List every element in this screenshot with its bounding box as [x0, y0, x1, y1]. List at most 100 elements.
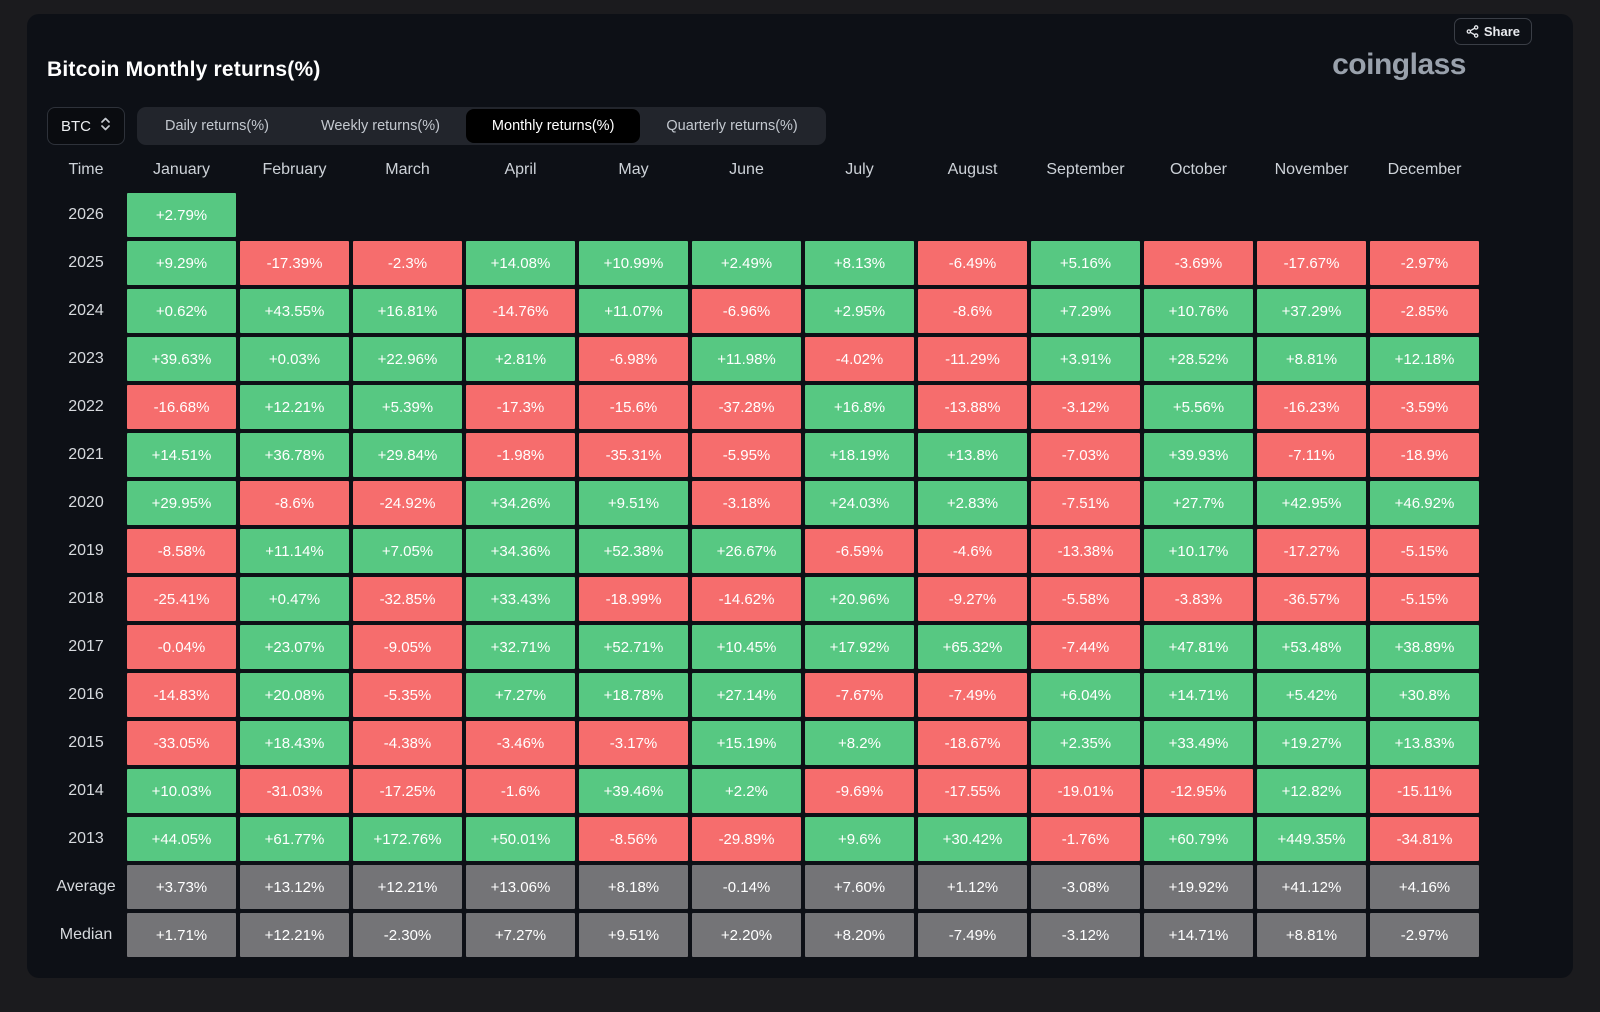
- return-cell: +20.96%: [805, 577, 914, 621]
- return-cell: -24.92%: [353, 481, 462, 525]
- return-cell: +9.6%: [805, 817, 914, 861]
- return-cell: -3.83%: [1144, 577, 1253, 621]
- return-cell: -5.58%: [1031, 577, 1140, 621]
- return-cell: +27.7%: [1144, 481, 1253, 525]
- return-cell: -9.05%: [353, 625, 462, 669]
- return-cell: -2.97%: [1370, 241, 1479, 285]
- return-cell: -8.6%: [918, 289, 1027, 333]
- return-cell: +2.20%: [692, 913, 801, 957]
- return-cell: -9.69%: [805, 769, 914, 813]
- return-cell: -4.6%: [918, 529, 1027, 573]
- tab-daily-returns[interactable]: Daily returns(%): [139, 109, 295, 143]
- return-cell: +43.55%: [240, 289, 349, 333]
- return-cell: +18.19%: [805, 433, 914, 477]
- return-cell: +3.91%: [1031, 337, 1140, 381]
- return-cell: +10.17%: [1144, 529, 1253, 573]
- column-header-july: July: [803, 148, 916, 191]
- return-cell: -17.55%: [918, 769, 1027, 813]
- return-cell: +7.29%: [1031, 289, 1140, 333]
- return-cell: +1.12%: [918, 865, 1027, 909]
- return-cell: +14.08%: [466, 241, 575, 285]
- return-cell: -18.67%: [918, 721, 1027, 765]
- table-row-2014: 2014+10.03%-31.03%-17.25%-1.6%+39.46%+2.…: [47, 767, 1481, 815]
- symbol-select-value: BTC: [61, 118, 91, 135]
- return-cell: +29.84%: [353, 433, 462, 477]
- return-cell: +7.60%: [805, 865, 914, 909]
- table-row-2025: 2025+9.29%-17.39%-2.3%+14.08%+10.99%+2.4…: [47, 239, 1481, 287]
- row-label: 2020: [47, 479, 125, 527]
- return-cell: -5.15%: [1370, 577, 1479, 621]
- return-cell: +30.8%: [1370, 673, 1479, 717]
- symbol-select[interactable]: BTC: [47, 107, 125, 145]
- returns-panel: Share Bitcoin Monthly returns(%) coingla…: [27, 14, 1573, 978]
- return-cell: +5.16%: [1031, 241, 1140, 285]
- return-cell: +16.81%: [353, 289, 462, 333]
- row-label: 2026: [47, 191, 125, 239]
- column-header-september: September: [1029, 148, 1142, 191]
- return-cell: +449.35%: [1257, 817, 1366, 861]
- return-cell: +172.76%: [353, 817, 462, 861]
- return-cell: +13.12%: [240, 865, 349, 909]
- tab-monthly-returns[interactable]: Monthly returns(%): [466, 109, 640, 143]
- table-row-2023: 2023+39.63%+0.03%+22.96%+2.81%-6.98%+11.…: [47, 335, 1481, 383]
- return-cell: +8.18%: [579, 865, 688, 909]
- return-cell: +5.42%: [1257, 673, 1366, 717]
- return-cell: -18.9%: [1370, 433, 1479, 477]
- row-label: 2023: [47, 335, 125, 383]
- return-cell: +0.62%: [127, 289, 236, 333]
- table-row-2026: 2026+2.79%: [47, 191, 1481, 239]
- table-row-2019: 2019-8.58%+11.14%+7.05%+34.36%+52.38%+26…: [47, 527, 1481, 575]
- return-cell: +2.95%: [805, 289, 914, 333]
- return-cell: -7.51%: [1031, 481, 1140, 525]
- return-cell: -17.67%: [1257, 241, 1366, 285]
- table-row-average: Average+3.73%+13.12%+12.21%+13.06%+8.18%…: [47, 863, 1481, 911]
- return-cell: -9.27%: [918, 577, 1027, 621]
- return-cell: +8.20%: [805, 913, 914, 957]
- return-cell: +19.92%: [1144, 865, 1253, 909]
- table-row-2016: 2016-14.83%+20.08%-5.35%+7.27%+18.78%+27…: [47, 671, 1481, 719]
- return-cell: -33.05%: [127, 721, 236, 765]
- return-cell: +10.03%: [127, 769, 236, 813]
- empty-cell: [918, 193, 1027, 237]
- return-cell: +39.63%: [127, 337, 236, 381]
- empty-cell: [353, 193, 462, 237]
- table-row-2017: 2017-0.04%+23.07%-9.05%+32.71%+52.71%+10…: [47, 623, 1481, 671]
- return-cell: +18.43%: [240, 721, 349, 765]
- return-cell: -3.17%: [579, 721, 688, 765]
- share-button[interactable]: Share: [1454, 18, 1532, 45]
- return-cell: -15.11%: [1370, 769, 1479, 813]
- return-cell: +37.29%: [1257, 289, 1366, 333]
- column-header-june: June: [690, 148, 803, 191]
- return-cell: -15.6%: [579, 385, 688, 429]
- return-cell: +11.14%: [240, 529, 349, 573]
- return-cell: +13.83%: [1370, 721, 1479, 765]
- return-cell: +8.81%: [1257, 913, 1366, 957]
- return-cell: +53.48%: [1257, 625, 1366, 669]
- row-label: 2015: [47, 719, 125, 767]
- row-label: 2019: [47, 527, 125, 575]
- page-title: Bitcoin Monthly returns(%): [47, 58, 321, 82]
- returns-table: TimeJanuaryFebruaryMarchAprilMayJuneJuly…: [47, 148, 1481, 959]
- return-cell: -35.31%: [579, 433, 688, 477]
- return-cell: +6.04%: [1031, 673, 1140, 717]
- controls-bar: BTC Daily returns(%)Weekly returns(%)Mon…: [47, 107, 826, 145]
- return-cell: +5.39%: [353, 385, 462, 429]
- return-cell: +41.12%: [1257, 865, 1366, 909]
- return-cell: +15.19%: [692, 721, 801, 765]
- return-cell: -37.28%: [692, 385, 801, 429]
- empty-cell: [805, 193, 914, 237]
- return-cell: +12.21%: [240, 913, 349, 957]
- return-cell: +11.98%: [692, 337, 801, 381]
- return-cell: -6.59%: [805, 529, 914, 573]
- column-header-march: March: [351, 148, 464, 191]
- empty-cell: [1144, 193, 1253, 237]
- empty-cell: [1031, 193, 1140, 237]
- return-cell: -17.25%: [353, 769, 462, 813]
- tab-weekly-returns[interactable]: Weekly returns(%): [295, 109, 466, 143]
- return-cell: +12.82%: [1257, 769, 1366, 813]
- return-cell: -1.98%: [466, 433, 575, 477]
- tab-bar: Daily returns(%)Weekly returns(%)Monthly…: [137, 107, 826, 145]
- return-cell: -6.49%: [918, 241, 1027, 285]
- tab-quarterly-returns[interactable]: Quarterly returns(%): [640, 109, 823, 143]
- return-cell: -13.88%: [918, 385, 1027, 429]
